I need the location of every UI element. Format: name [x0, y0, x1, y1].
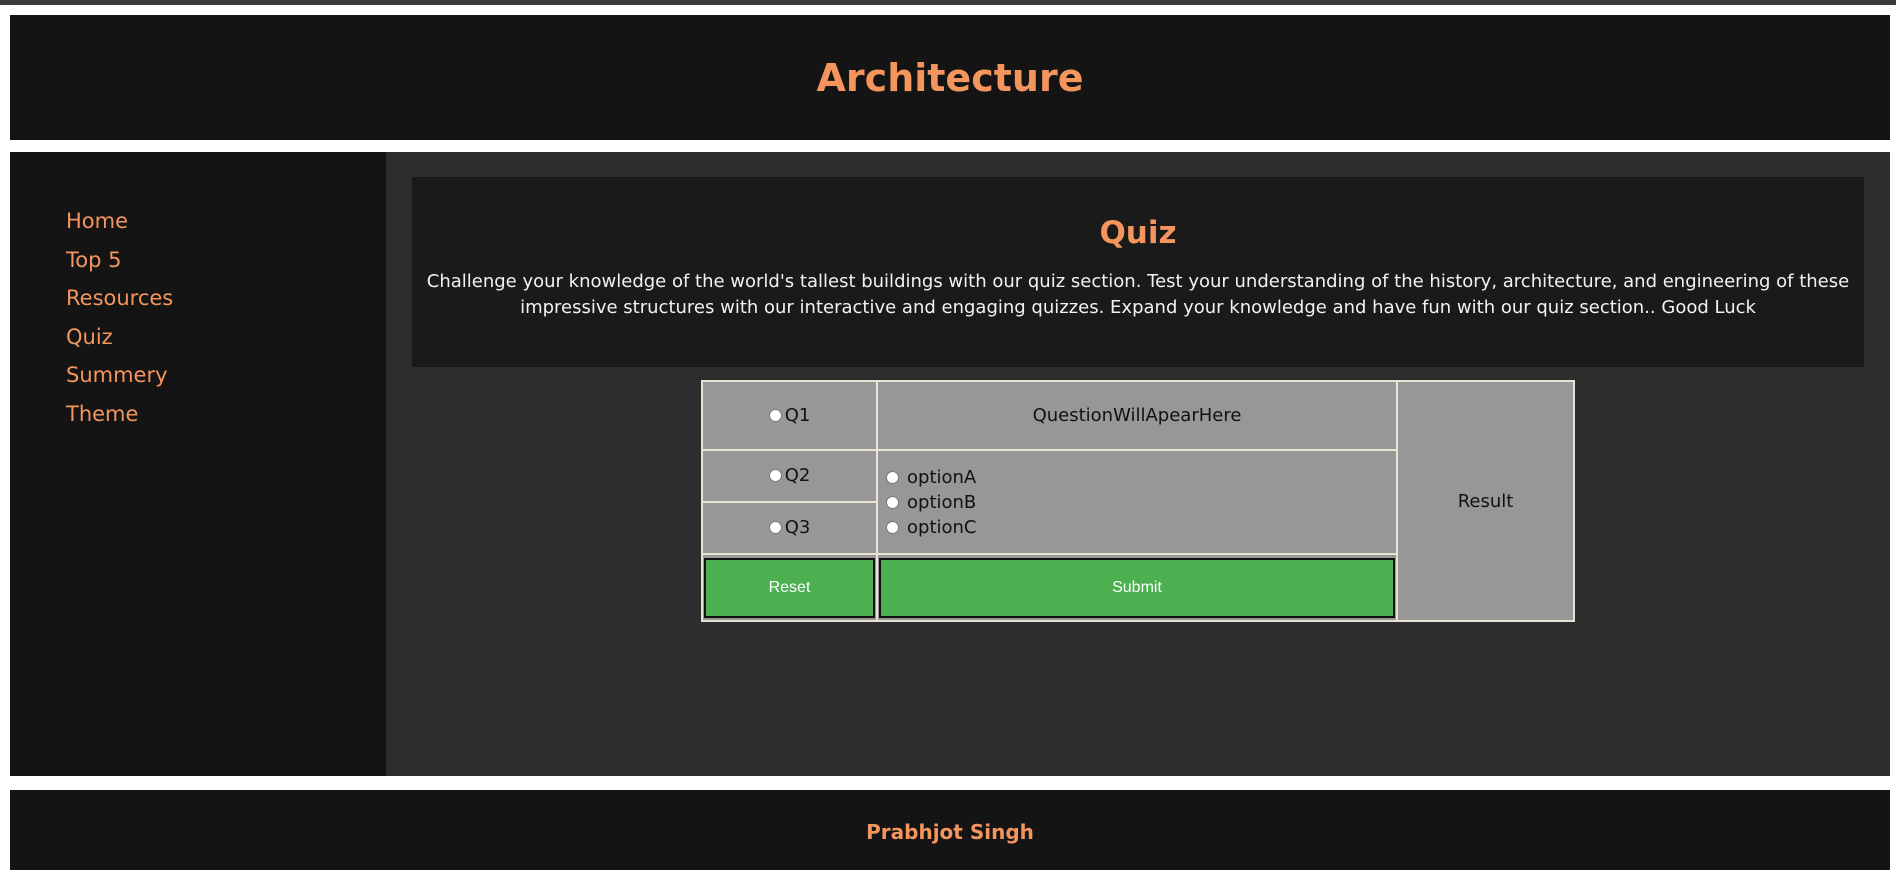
option-c-radio[interactable] — [886, 520, 899, 534]
question-radio-q3[interactable] — [768, 521, 782, 534]
question-label-q1: Q1 — [784, 404, 811, 426]
sidebar-item-resources[interactable]: Resources — [66, 279, 386, 318]
question-text-cell: QuestionWillApearHere — [876, 380, 1398, 451]
question-radio-q1[interactable] — [768, 408, 782, 422]
question-cell-1: Q1 — [701, 380, 878, 451]
question-cell-2: Q2 — [701, 449, 878, 503]
question-select-q1[interactable]: Q1 — [768, 404, 811, 426]
top-strip — [0, 0, 1896, 5]
option-b[interactable]: optionB — [886, 490, 1396, 515]
question-radio-q2[interactable] — [768, 469, 782, 482]
quiz-table: Q1 QuestionWillApearHere Result Q2 optio… — [701, 380, 1575, 622]
main-content: Quiz Challenge your knowledge of the wor… — [386, 152, 1890, 776]
site-header: Architecture — [10, 15, 1890, 140]
option-c[interactable]: optionC — [886, 515, 1396, 540]
question-select-q3[interactable]: Q3 — [768, 517, 811, 538]
option-a-radio[interactable] — [886, 470, 899, 484]
result-cell: Result — [1396, 380, 1575, 622]
option-a[interactable]: optionA — [886, 465, 1396, 490]
sidebar-item-theme[interactable]: Theme — [66, 395, 386, 434]
reset-cell: Reset — [701, 553, 878, 622]
sidebar-item-top-5[interactable]: Top 5 — [66, 241, 386, 280]
question-select-q2[interactable]: Q2 — [768, 465, 811, 486]
footer-author: Prabhjot Singh — [866, 820, 1034, 844]
question-label-q3: Q3 — [784, 517, 811, 538]
submit-cell: Submit — [876, 553, 1398, 622]
site-title: Architecture — [816, 55, 1084, 100]
option-c-label: optionC — [907, 516, 977, 538]
sidebar: Home Top 5 Resources Quiz Summery Theme — [10, 152, 386, 776]
option-b-label: optionB — [907, 491, 977, 513]
page-layout: Home Top 5 Resources Quiz Summery Theme … — [10, 152, 1890, 776]
options-cell: optionA optionB optionC — [876, 449, 1398, 555]
site-footer: Prabhjot Singh — [10, 790, 1890, 870]
option-b-radio[interactable] — [886, 495, 899, 509]
sidebar-item-home[interactable]: Home — [66, 202, 386, 241]
sidebar-item-summery[interactable]: Summery — [66, 356, 386, 395]
intro-text: Challenge your knowledge of the world's … — [426, 271, 1850, 318]
question-label-q2: Q2 — [784, 465, 811, 486]
question-cell-3: Q3 — [701, 501, 878, 555]
quiz-intro: Quiz Challenge your knowledge of the wor… — [412, 177, 1864, 367]
reset-button[interactable]: Reset — [704, 557, 875, 618]
option-a-label: optionA — [907, 466, 977, 488]
sidebar-item-quiz[interactable]: Quiz — [66, 318, 386, 357]
submit-button[interactable]: Submit — [879, 557, 1395, 618]
page-title: Quiz — [1099, 215, 1177, 251]
result-text: Result — [1457, 490, 1514, 512]
question-text: QuestionWillApearHere — [1032, 405, 1242, 426]
